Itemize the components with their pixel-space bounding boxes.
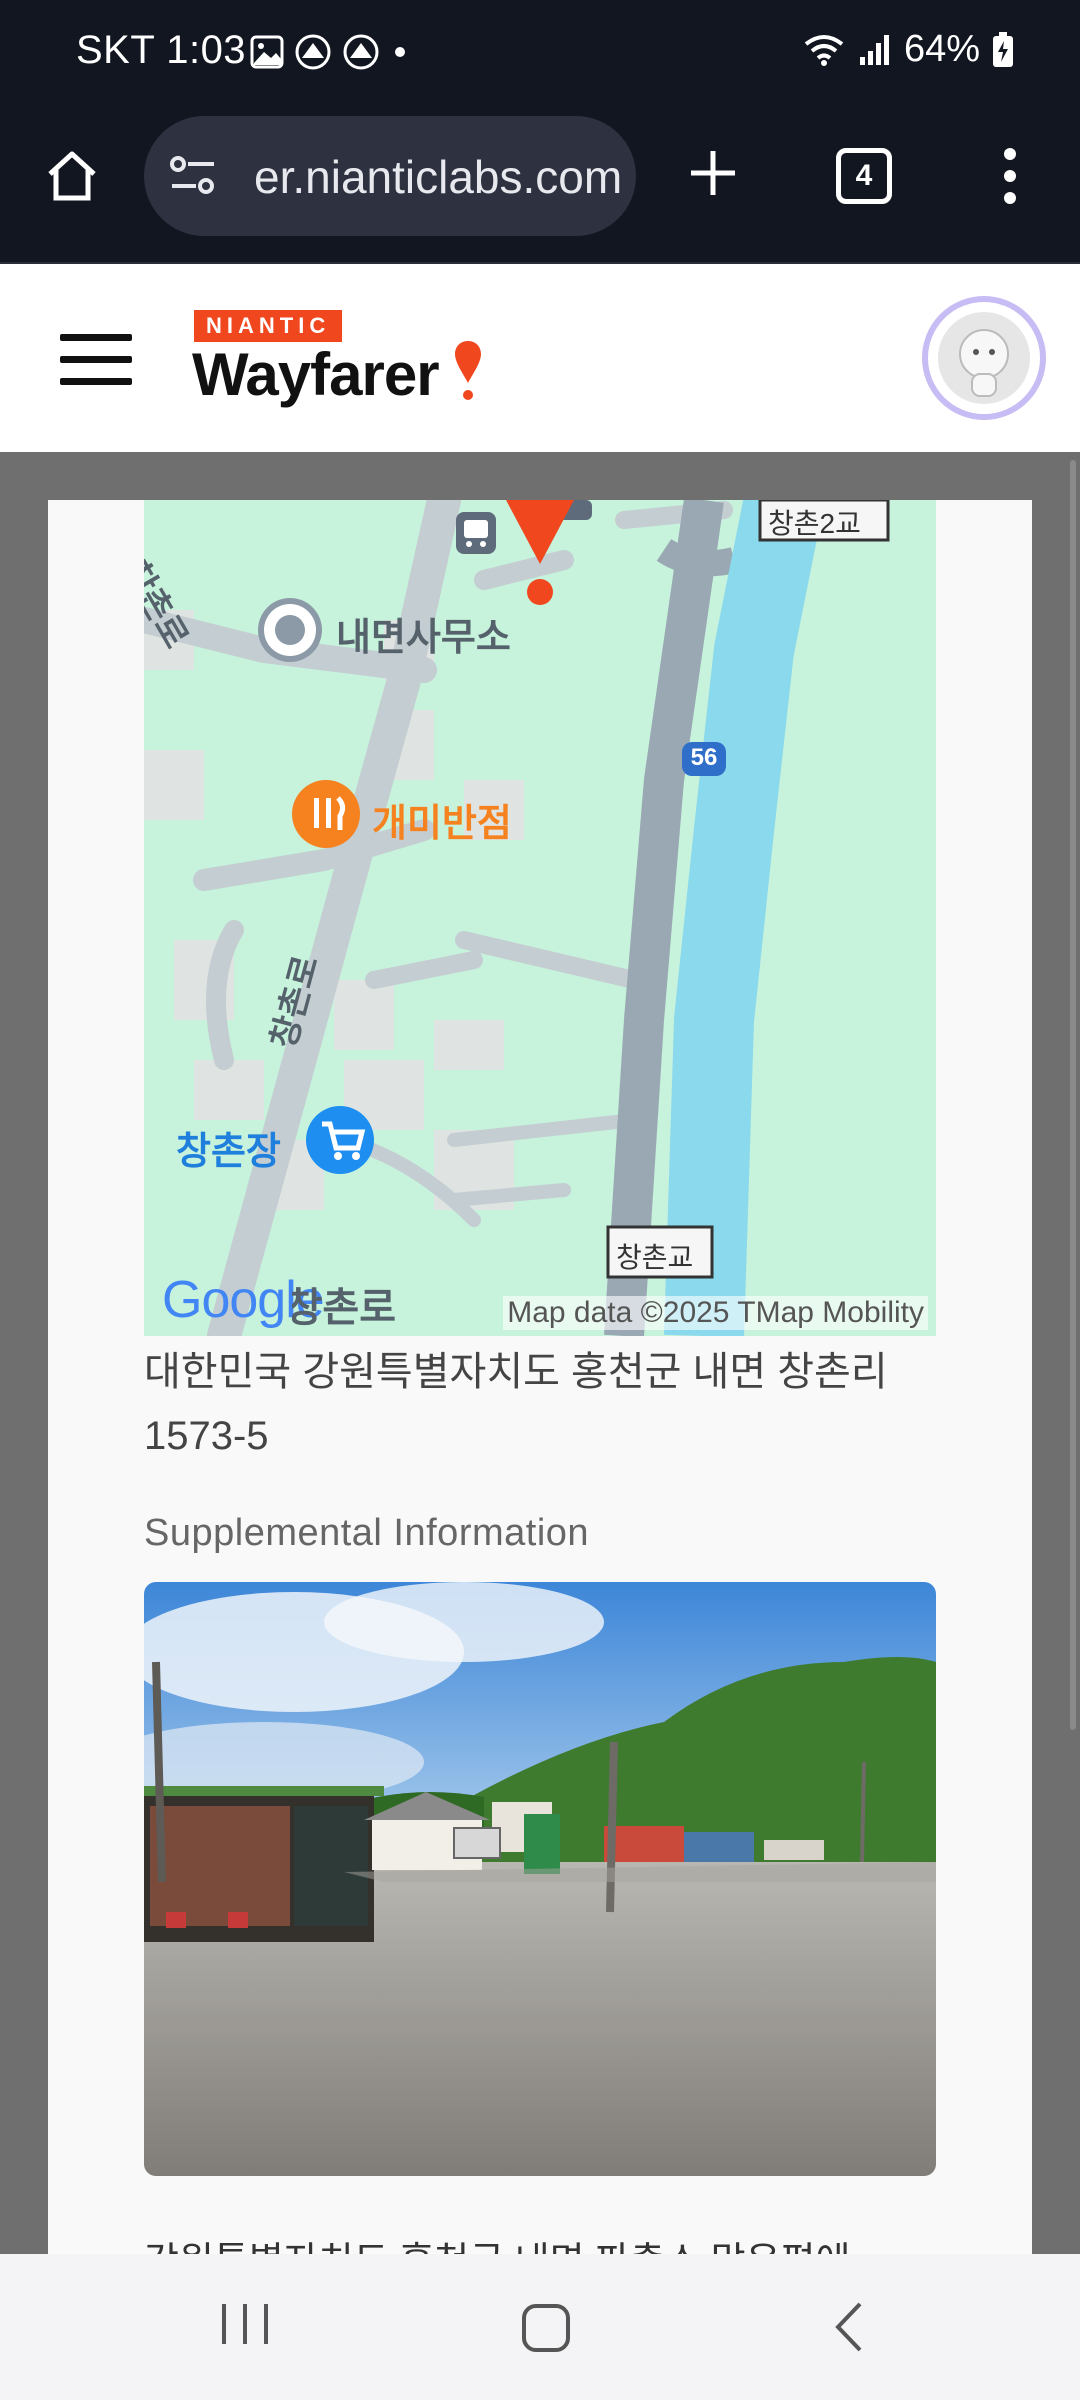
back-nav-button[interactable] xyxy=(820,2292,880,2362)
menu-icon-line xyxy=(60,378,132,385)
tab-switcher-button[interactable]: 4 xyxy=(836,148,892,204)
map-label-route: 56 xyxy=(690,744,718,771)
home-nav-icon xyxy=(522,2304,570,2352)
map-label-bridge-bottom: 창촌교 xyxy=(616,1242,694,1273)
submission-point xyxy=(527,579,553,605)
restaurant-marker-icon xyxy=(292,780,360,848)
market-cart-icon xyxy=(306,1106,374,1174)
battery-charging-icon xyxy=(993,31,1013,67)
app-notification-icon-2 xyxy=(343,34,379,70)
new-tab-button[interactable] xyxy=(678,138,748,208)
supplemental-heading: Supplemental Information xyxy=(144,1512,590,1554)
menu-icon-line xyxy=(60,334,132,341)
system-navigation-bar xyxy=(0,2254,1080,2400)
wayfarer-wordmark: Wayfarer xyxy=(192,340,482,409)
site-settings-icon[interactable] xyxy=(168,154,218,198)
location-pin-icon xyxy=(455,341,482,400)
site-header: NIANTIC Wayfarer xyxy=(0,262,1080,452)
niantic-badge: NIANTIC xyxy=(194,310,343,342)
wifi-icon xyxy=(804,34,844,66)
notification-icons xyxy=(250,32,410,72)
menu-icon-line xyxy=(60,356,132,363)
supplemental-photo[interactable] xyxy=(144,1582,936,2176)
location-map[interactable]: 내면사무소 개미반점 창촌장 창촌2교 창촌교 창촌로 창촌로 56 Googl… xyxy=(144,500,936,1336)
more-vertical-icon xyxy=(1004,148,1016,204)
supplemental-description: 강원특별자치도 홍천군 내면 파출소 맞은편에 xyxy=(144,2230,964,2254)
more-notifications-dot-icon xyxy=(395,47,405,57)
app-notification-icon xyxy=(295,34,331,70)
recent-apps-icon xyxy=(222,2304,268,2344)
avatar-image xyxy=(938,312,1030,404)
submission-address: 대한민국 강원특별자치도 홍천군 내면 창촌리 1573-5 xyxy=(144,1350,888,1458)
status-time: SKT 1:03 xyxy=(76,28,246,73)
map-label-office: 내면사무소 xyxy=(336,617,511,659)
map-label-market: 창촌장 xyxy=(176,1131,281,1173)
plus-icon xyxy=(691,151,735,195)
map-label-bridge-top: 창촌2교 xyxy=(768,508,861,539)
page-scrollbar[interactable] xyxy=(1070,460,1076,1730)
brand-name: Wayfarer xyxy=(192,341,440,408)
supplemental-photo-image xyxy=(144,1582,936,2176)
url-text[interactable]: er.nianticlabs.com xyxy=(254,150,622,204)
map-label-restaurant: 개미반점 xyxy=(372,803,512,845)
user-avatar-button[interactable] xyxy=(922,296,1046,420)
clock: 1:03 xyxy=(166,28,247,72)
url-bar[interactable]: er.nianticlabs.com xyxy=(144,116,636,236)
home-nav-button[interactable] xyxy=(510,2292,580,2362)
browser-toolbar: er.nianticlabs.com 4 xyxy=(0,108,1080,260)
status-bar: SKT 1:03 64% xyxy=(0,0,1080,108)
map-label-road-bottom: 창촌로 xyxy=(292,1286,396,1330)
home-button[interactable] xyxy=(34,138,110,214)
office-marker-icon xyxy=(258,598,322,662)
signal-icon xyxy=(859,34,889,65)
browser-menu-button[interactable] xyxy=(990,138,1030,214)
gallery-icon xyxy=(250,35,284,69)
carrier-label: SKT xyxy=(76,28,155,72)
home-icon xyxy=(48,151,96,201)
hamburger-menu-button[interactable] xyxy=(50,324,140,394)
recent-apps-button[interactable] xyxy=(210,2294,280,2354)
back-icon xyxy=(835,2302,862,2352)
tab-count: 4 xyxy=(855,159,873,192)
map-canvas xyxy=(144,500,890,1336)
map-attribution: Map data ©2025 TMap Mobility xyxy=(503,1296,928,1330)
battery-percent: 64% xyxy=(903,28,980,70)
system-status: 64% xyxy=(802,28,1014,71)
bus-stop-icon xyxy=(456,512,496,554)
submission-card: 내면사무소 개미반점 창촌장 창촌2교 창촌교 창촌로 창촌로 56 Googl… xyxy=(48,500,1032,2254)
